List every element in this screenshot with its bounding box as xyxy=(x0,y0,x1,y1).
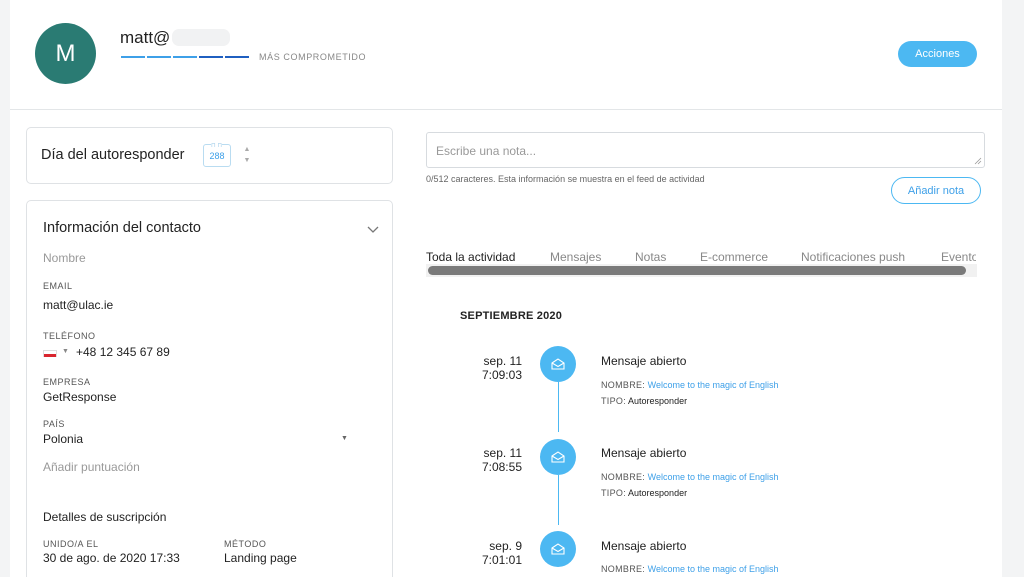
event-time: 7:09:03 xyxy=(481,368,522,382)
autoresponder-label: Día del autoresponder xyxy=(41,147,185,163)
envelope-open-icon xyxy=(540,346,576,382)
engagement-meter: MÁS COMPROMETIDO xyxy=(121,52,366,62)
engagement-segment xyxy=(121,56,145,58)
note-placeholder: Escribe una nota... xyxy=(436,144,537,158)
event-title: Mensaje abierto xyxy=(601,539,687,553)
event-message-link[interactable]: Welcome to the magic of English xyxy=(648,564,779,574)
email-value[interactable]: matt@ulac.ie xyxy=(43,298,113,312)
country-select[interactable]: Polonia xyxy=(43,432,83,446)
phone-value[interactable]: +48 12 345 67 89 xyxy=(76,345,170,359)
country-label: PAÍS xyxy=(43,419,65,429)
event-date: sep. 9 7:01:01 xyxy=(442,539,522,567)
tab-push-notifications[interactable]: Notificaciones push xyxy=(801,250,905,264)
engagement-segment xyxy=(147,56,171,58)
subscription-title: Detalles de suscripción xyxy=(43,510,167,524)
day-stepper[interactable]: ▲ ▼ xyxy=(242,144,252,166)
event-day: sep. 11 xyxy=(483,446,522,460)
contact-info-title: Información del contacto xyxy=(43,220,201,236)
event-message-link[interactable]: Welcome to the magic of English xyxy=(648,380,779,390)
envelope-open-icon xyxy=(540,531,576,567)
tabs-scrollbar[interactable] xyxy=(426,264,977,277)
resize-handle-icon[interactable] xyxy=(974,157,982,165)
caret-down-icon[interactable]: ▼ xyxy=(341,435,348,442)
tab-events[interactable]: Eventos xyxy=(941,250,976,264)
event-name-row: NOMBRE: Welcome to the magic of English xyxy=(601,472,779,482)
calendar-rings: ⊓ ⊓ xyxy=(211,142,223,149)
actions-button[interactable]: Acciones xyxy=(898,41,977,67)
contact-info-card: Información del contacto Nombre EMAIL ma… xyxy=(26,200,393,577)
contact-name: matt@ xyxy=(120,28,231,48)
stepper-down-icon[interactable]: ▼ xyxy=(242,155,252,166)
contact-name-text: matt@ xyxy=(120,28,171,47)
note-input[interactable]: Escribe una nota... xyxy=(426,132,985,168)
event-day: sep. 11 xyxy=(483,354,522,368)
company-value[interactable]: GetResponse xyxy=(43,390,116,404)
tab-ecommerce[interactable]: E-commerce xyxy=(700,250,768,264)
poland-flag-icon[interactable] xyxy=(43,350,57,357)
event-type-label: TIPO: xyxy=(601,488,627,498)
envelope-open-icon xyxy=(540,439,576,475)
email-label: EMAIL xyxy=(43,281,73,291)
event-date: sep. 11 7:08:55 xyxy=(442,446,522,474)
event-time: 7:01:01 xyxy=(481,553,522,567)
timeline-connector xyxy=(558,382,559,432)
name-field[interactable]: Nombre xyxy=(43,251,86,265)
event-day: sep. 9 xyxy=(489,539,522,553)
note-char-hint: 0/512 caracteres. Esta información se mu… xyxy=(426,174,705,184)
engagement-label: MÁS COMPROMETIDO xyxy=(259,52,367,62)
event-title: Mensaje abierto xyxy=(601,446,687,460)
autoresponder-day-field[interactable]: ⊓ ⊓ 288 xyxy=(203,142,231,167)
event-message-link[interactable]: Welcome to the magic of English xyxy=(648,472,779,482)
event-name-label: NOMBRE: xyxy=(601,380,646,390)
phone-label: TELÉFONO xyxy=(43,331,96,341)
engagement-segment xyxy=(225,56,249,58)
event-type-value: Autoresponder xyxy=(628,488,688,498)
event-name-row: NOMBRE: Welcome to the magic of English xyxy=(601,564,779,574)
autoresponder-day-value: 288 xyxy=(209,150,225,161)
event-type-row: TIPO: Autoresponder xyxy=(601,488,687,498)
event-date: sep. 11 7:09:03 xyxy=(442,354,522,382)
avatar: M xyxy=(35,23,96,84)
caret-down-icon[interactable]: ▼ xyxy=(62,348,69,355)
company-label: EMPRESA xyxy=(43,377,91,387)
method-value: Landing page xyxy=(224,551,297,565)
add-score-field[interactable]: Añadir puntuación xyxy=(43,460,140,474)
tab-notes[interactable]: Notas xyxy=(635,250,666,264)
scrollbar-thumb[interactable] xyxy=(428,266,966,275)
add-note-button[interactable]: Añadir nota xyxy=(891,177,981,204)
event-type-label: TIPO: xyxy=(601,396,627,406)
engagement-segment xyxy=(173,56,197,58)
event-name-label: NOMBRE: xyxy=(601,472,646,482)
method-label: MÉTODO xyxy=(224,539,267,549)
event-time: 7:08:55 xyxy=(481,460,522,474)
chevron-down-icon[interactable] xyxy=(365,221,381,237)
contact-header: M matt@ MÁS COMPROMETIDO Acciones xyxy=(10,0,1002,110)
tab-all-activity[interactable]: Toda la actividad xyxy=(426,250,515,264)
stepper-up-icon[interactable]: ▲ xyxy=(242,144,252,155)
timeline-month: SEPTIEMBRE 2020 xyxy=(460,310,563,322)
contact-detail-page: M matt@ MÁS COMPROMETIDO Acciones Día de… xyxy=(10,0,1002,577)
engagement-segment xyxy=(199,56,223,58)
event-name-row: NOMBRE: Welcome to the magic of English xyxy=(601,380,779,390)
event-type-row: TIPO: Autoresponder xyxy=(601,396,687,406)
timeline-connector xyxy=(558,475,559,525)
autoresponder-card: Día del autoresponder ⊓ ⊓ 288 ▲ ▼ xyxy=(26,127,393,184)
joined-label: UNIDO/A EL xyxy=(43,539,99,549)
event-title: Mensaje abierto xyxy=(601,354,687,368)
event-name-label: NOMBRE: xyxy=(601,564,646,574)
event-type-value: Autoresponder xyxy=(628,396,688,406)
joined-value: 30 de ago. de 2020 17:33 xyxy=(43,551,180,565)
tab-messages[interactable]: Mensajes xyxy=(550,250,601,264)
redacted-mask xyxy=(172,29,231,46)
